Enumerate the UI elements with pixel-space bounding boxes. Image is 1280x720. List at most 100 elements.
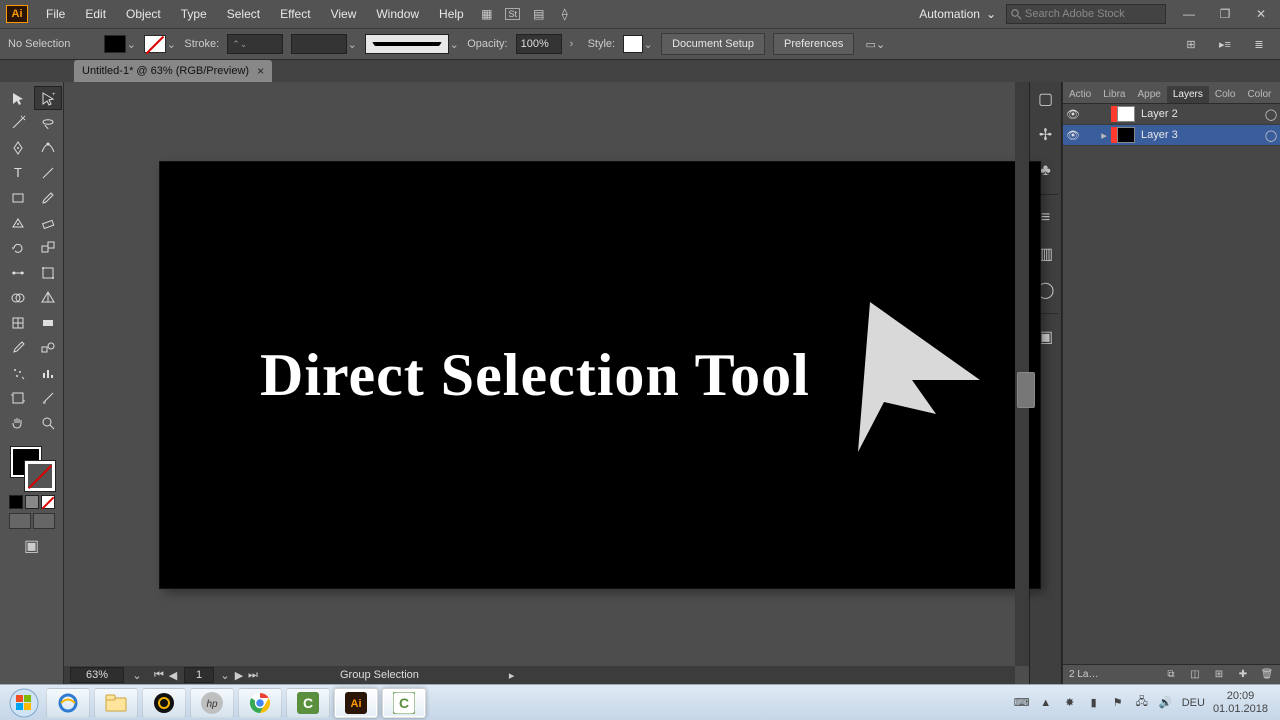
blend-tool[interactable] [34,336,62,360]
show-hidden-icons[interactable]: ▲ [1038,695,1054,711]
tray-icon[interactable]: ✸ [1062,695,1078,711]
canvas-area[interactable]: Direct Selection Tool 63% ⌄ ⏮ ◀ 1 ⌄ ▶ ⏭ … [64,82,1029,684]
paintbrush-tool[interactable] [34,186,62,210]
eraser-tool[interactable] [34,211,62,235]
menu-effect[interactable]: Effect [270,0,320,28]
zoom-input[interactable]: 63% [70,667,124,683]
document-tab[interactable]: Untitled-1* @ 63% (RGB/Preview) × [74,60,272,82]
menu-view[interactable]: View [321,0,367,28]
target-icon[interactable]: ◯ [1262,108,1280,121]
minimize-button[interactable]: — [1178,3,1200,25]
battery-icon[interactable]: ▮ [1086,695,1102,711]
direct-selection-tool[interactable]: + [34,86,62,110]
screen-mode-row[interactable] [9,513,55,529]
start-button[interactable] [4,687,44,719]
opacity-input[interactable]: 100% [516,34,562,54]
hand-tool[interactable] [4,411,32,435]
menu-edit[interactable]: Edit [75,0,116,28]
last-artboard-button[interactable]: ⏭ [246,668,260,682]
magic-wand-tool[interactable] [4,111,32,135]
network-icon[interactable]: 🖧 [1134,695,1150,711]
mesh-tool[interactable] [4,311,32,335]
taskbar-app-explorer[interactable] [94,688,138,718]
variable-width-profile[interactable]: ⌄ [365,34,459,54]
width-tool[interactable] [4,261,32,285]
gradient-tool[interactable] [34,311,62,335]
panel-tab-libra[interactable]: Libra [1097,86,1131,103]
language-indicator[interactable]: DEU [1182,697,1205,709]
action-center-icon[interactable]: ⚑ [1110,695,1126,711]
menu-type[interactable]: Type [171,0,217,28]
prev-artboard-button[interactable]: ◀ [166,668,180,682]
vertical-scrollbar[interactable] [1015,82,1029,666]
menu-file[interactable]: File [36,0,75,28]
taskbar-app-chrome[interactable] [238,688,282,718]
stock-icon[interactable]: St [502,3,524,25]
screen-mode-icon[interactable]: ▣ [21,535,43,557]
artboard[interactable]: Direct Selection Tool [160,162,1040,588]
free-transform-tool[interactable] [34,261,62,285]
taskbar-app-camtasia[interactable]: C [286,688,330,718]
column-graph-tool[interactable] [34,361,62,385]
new-layer-icon[interactable]: ✚ [1236,668,1250,682]
zoom-dropdown-icon[interactable]: ⌄ [130,668,144,682]
keyboard-icon[interactable]: ⌨ [1014,695,1030,711]
bridge-icon[interactable]: ▦ [476,3,498,25]
maximize-button[interactable]: ❐ [1214,3,1236,25]
stroke-swatch[interactable]: ⌄ [144,35,176,53]
shape-builder-tool[interactable] [4,286,32,310]
line-tool[interactable] [34,161,62,185]
close-tab-icon[interactable]: × [257,64,264,78]
transform-panel-icon[interactable]: ⊞ [1180,33,1202,55]
volume-icon[interactable]: 🔊 [1158,695,1174,711]
artboard-number-input[interactable]: 1 [184,667,214,683]
panel-tab-layers[interactable]: Layers [1167,86,1209,103]
gpu-icon[interactable]: ⟠ [554,3,576,25]
target-icon[interactable]: ◯ [1262,129,1280,142]
menu-object[interactable]: Object [116,0,171,28]
locate-object-icon[interactable]: ⧉ [1164,668,1178,682]
stroke-width-input[interactable]: ⌃⌄ [227,34,283,54]
panel-tab-actio[interactable]: Actio [1063,86,1097,103]
status-flyout-icon[interactable]: ▸ [509,669,515,682]
selection-tool[interactable] [4,86,32,110]
fill-stroke-control[interactable] [9,445,55,491]
layer-row[interactable]: 👁▸Layer 3◯ [1063,125,1280,146]
type-tool[interactable]: T [4,161,32,185]
panel-tab-appe[interactable]: Appe [1131,86,1166,103]
layer-name[interactable]: Layer 3 [1141,129,1262,141]
panel-tab-colo[interactable]: Colo [1209,86,1242,103]
visibility-toggle-icon[interactable]: 👁 [1063,108,1083,121]
zoom-tool[interactable] [34,411,62,435]
shaper-tool[interactable] [4,211,32,235]
taskbar-app-illustrator[interactable]: Ai [334,688,378,718]
rectangle-tool[interactable] [4,186,32,210]
delete-layer-icon[interactable]: 🗑 [1260,668,1274,682]
color-mode-row[interactable] [9,495,55,509]
menu-select[interactable]: Select [217,0,270,28]
layer-name[interactable]: Layer 2 [1141,108,1262,120]
workspace-switcher[interactable]: Automation ⌄ [909,7,1006,21]
essentials-icon[interactable]: ▸≡ [1214,33,1236,55]
opacity-flyout[interactable]: › [570,38,580,50]
brush-def-dropdown[interactable]: ⌄ [291,34,357,54]
symbol-sprayer-tool[interactable] [4,361,32,385]
fill-swatch[interactable]: ⌄ [104,35,136,53]
eyedropper-tool[interactable] [4,336,32,360]
properties-panel-icon[interactable]: ▢ [1033,86,1059,112]
first-artboard-button[interactable]: ⏮ [152,668,166,682]
taskbar-app-ie[interactable] [46,688,90,718]
artboard-tool[interactable] [4,386,32,410]
menu-window[interactable]: Window [366,0,429,28]
character-panel-icon[interactable]: ✢ [1033,122,1059,148]
close-button[interactable]: ✕ [1250,3,1272,25]
taskbar-app-media[interactable] [142,688,186,718]
scale-tool[interactable] [34,236,62,260]
graphic-style[interactable]: ⌄ [623,35,653,53]
taskbar-app-hp[interactable]: hp [190,688,234,718]
make-clipping-mask-icon[interactable]: ◫ [1188,668,1202,682]
next-artboard-button[interactable]: ▶ [232,668,246,682]
taskbar-clock[interactable]: 20:09 01.01.2018 [1213,690,1268,716]
search-stock-input[interactable]: Search Adobe Stock [1006,4,1166,24]
lasso-tool[interactable] [34,111,62,135]
